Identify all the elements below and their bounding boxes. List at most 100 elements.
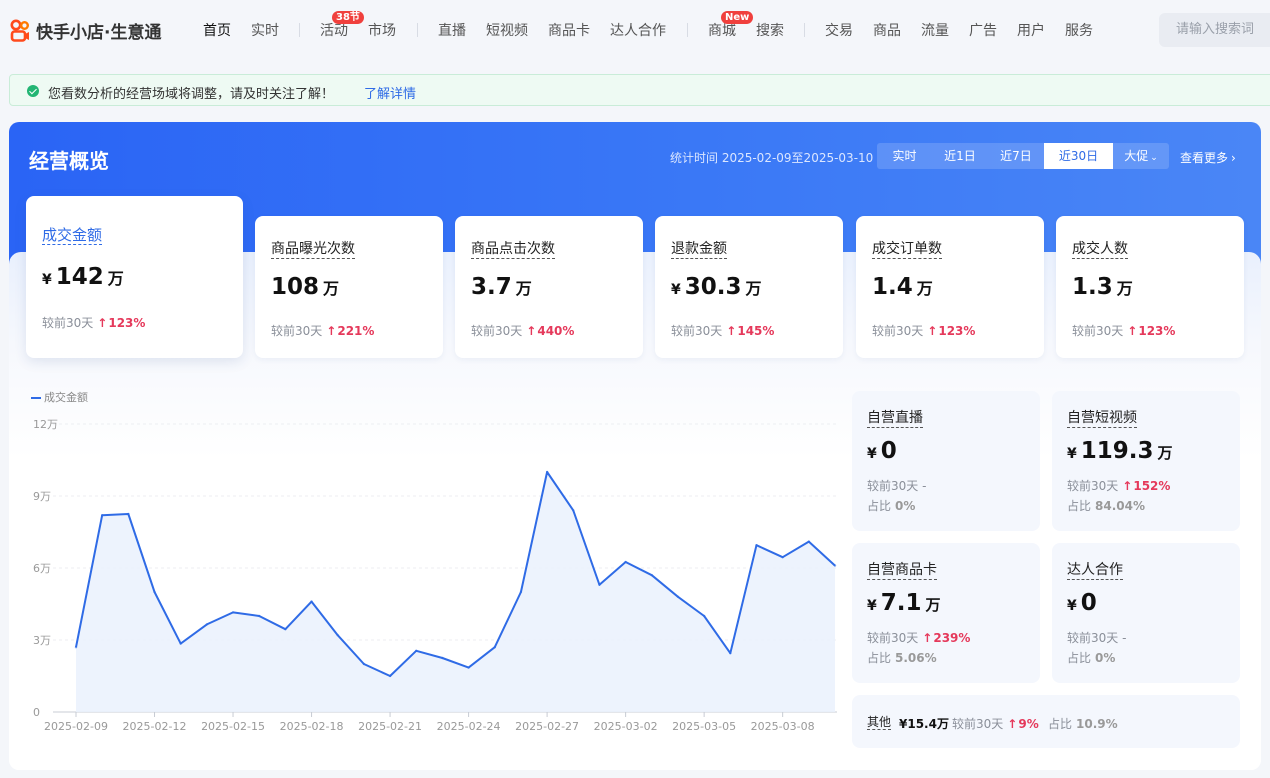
data-point — [781, 556, 784, 559]
channel-label: 自营短视频 — [1067, 410, 1137, 428]
channel-number: 0 — [880, 438, 897, 464]
change-up: ↑440% — [526, 324, 574, 338]
metric-unit: 万 — [107, 269, 124, 288]
metric-compare: 较前30天 ↑440% — [471, 322, 574, 339]
data-point — [493, 646, 496, 649]
y-tick-label: 9万 — [33, 490, 51, 503]
channel-card-other[interactable]: 其他 ¥15.4万 较前30天 ↑9% 占比 10.9% — [852, 695, 1240, 748]
metric-number: 3.7 — [471, 274, 512, 300]
nav-service[interactable]: 服务 — [1065, 20, 1093, 40]
range-30d[interactable]: 近30日 — [1044, 143, 1113, 169]
channel-card-short-video[interactable]: 自营短视频 ¥119.3 万 较前30天 ↑152% 占比 84.04% — [1052, 391, 1240, 531]
metric-unit: 万 — [515, 279, 532, 298]
metric-card-clicks[interactable]: 商品点击次数 3.7 万 较前30天 ↑440% — [455, 216, 643, 358]
metric-card-buyers[interactable]: 成交人数 1.3 万 较前30天 ↑123% — [1056, 216, 1244, 358]
range-1d[interactable]: 近1日 — [932, 143, 988, 169]
nav-product[interactable]: 商品 — [873, 20, 901, 40]
share-label: 占比 — [1067, 651, 1092, 665]
channel-share: 占比 5.06% — [867, 649, 937, 666]
x-tick-label: 2025-02-21 — [358, 720, 422, 733]
data-point — [336, 634, 339, 637]
view-more-link[interactable]: 查看更多 › — [1180, 149, 1236, 166]
arrow-up-icon: ↑ — [97, 316, 108, 330]
metric-label: 商品点击次数 — [471, 241, 555, 259]
change-value: 145% — [737, 324, 775, 338]
compare-label: 较前30天 — [867, 479, 919, 493]
channel-label: 自营商品卡 — [867, 562, 937, 580]
range-selector: 实时 近1日 近7日 近30日 大促 ⌄ — [877, 143, 1169, 169]
nav-trade[interactable]: 交易 — [825, 20, 853, 40]
currency-symbol: ¥ — [42, 272, 52, 288]
share-value: 5.06% — [895, 651, 937, 665]
nav-mall[interactable]: 商城 New — [708, 11, 754, 40]
compare-label: 较前30天 — [952, 717, 1004, 731]
nav-home[interactable]: 首页 — [203, 20, 231, 40]
arrow-up-icon: ↑ — [1122, 479, 1133, 493]
data-point — [755, 544, 758, 547]
y-tick-label: 0 — [33, 706, 40, 719]
nav-influencer[interactable]: 达人合作 — [610, 20, 666, 40]
notice-details-link[interactable]: 了解详情 — [364, 83, 416, 102]
gmv-line-chart[interactable]: 0 3万 6万 9万 12万 2025-02-09 2025-02-12 2025-02-15… — [9, 402, 849, 742]
channel-value: ¥0 — [867, 438, 897, 464]
brand-logo[interactable]: 快手小店·生意通 — [10, 18, 161, 43]
channel-card-product-card[interactable]: 自营商品卡 ¥7.1 万 较前30天 ↑239% 占比 5.06% — [852, 543, 1040, 683]
data-point — [388, 674, 392, 678]
share-label: 占比 — [1067, 499, 1092, 513]
metric-unit: 万 — [323, 279, 340, 298]
nav-divider — [804, 23, 805, 37]
top-navigation: 快手小店·生意通 首页 实时 活动 38节 市场 直播 短视频 商品卡 达人合作… — [0, 0, 1270, 62]
nav-traffic[interactable]: 流量 — [921, 20, 949, 40]
change-up: ↑123% — [1127, 324, 1175, 338]
channel-number: 119.3 — [1080, 438, 1154, 464]
nav-ads[interactable]: 广告 — [969, 20, 997, 40]
chevron-down-icon: ⌄ — [1150, 153, 1158, 163]
data-point — [702, 614, 706, 618]
range-realtime[interactable]: 实时 — [877, 143, 932, 169]
other-compare: 较前30天 ↑9% — [952, 715, 1039, 732]
channel-card-influencer[interactable]: 达人合作 ¥0 较前30天 - 占比 0% — [1052, 543, 1240, 683]
nav-realtime[interactable]: 实时 — [251, 20, 279, 40]
metric-card-exposure[interactable]: 商品曝光次数 108 万 较前30天 ↑221% — [255, 216, 443, 358]
data-point — [545, 470, 549, 474]
stat-time-range: 统计时间 2025-02-09至2025-03-10 — [670, 151, 874, 165]
data-point — [441, 656, 444, 660]
nav-activity[interactable]: 活动 38节 — [320, 11, 364, 40]
channel-unit: 万 — [925, 596, 941, 614]
compare-label: 较前30天 — [42, 316, 94, 330]
x-tick-label: 2025-03-05 — [672, 720, 736, 733]
nav-product-card[interactable]: 商品卡 — [548, 20, 590, 40]
share-label: 占比 — [867, 651, 892, 665]
share-value: 84.04% — [1095, 499, 1145, 513]
check-circle-icon — [27, 85, 39, 97]
channel-card-live[interactable]: 自营直播 ¥0 较前30天 - 占比 0% — [852, 391, 1040, 531]
compare-label: 较前30天 — [872, 324, 924, 338]
metric-card-gmv[interactable]: 成交金额 ¥142 万 较前30天 ↑123% — [26, 196, 243, 358]
nav-live[interactable]: 直播 — [438, 20, 466, 40]
share-label: 占比 — [1048, 717, 1073, 731]
change-up: ↑239% — [922, 631, 970, 645]
x-tick-label: 2025-03-02 — [594, 720, 658, 733]
metric-card-orders[interactable]: 成交订单数 1.4 万 较前30天 ↑123% — [856, 216, 1044, 358]
arrow-up-icon: ↑ — [1127, 324, 1138, 338]
notice-text: 您看数分析的经营场域将调整，请及时关注了解！ — [48, 87, 335, 102]
search-input[interactable]: 请输入搜索词 — [1159, 13, 1270, 47]
range-promo[interactable]: 大促 ⌄ — [1113, 143, 1169, 169]
other-label: 其他 — [867, 715, 892, 730]
metric-card-refund[interactable]: 退款金额 ¥30.3 万 较前30天 ↑145% — [655, 216, 843, 358]
channel-share: 占比 0% — [1067, 649, 1115, 666]
nav-market[interactable]: 市场 — [368, 20, 396, 40]
arrow-up-icon: ↑ — [726, 324, 737, 338]
currency-symbol: ¥ — [1067, 446, 1077, 462]
legend-line-swatch — [31, 397, 41, 399]
metric-number: 108 — [271, 274, 320, 300]
nav-users[interactable]: 用户 — [1017, 20, 1045, 40]
metric-value: ¥142 万 — [42, 264, 124, 290]
nav-short-video[interactable]: 短视频 — [486, 20, 528, 40]
compare-label: 较前30天 — [671, 324, 723, 338]
nav-search[interactable]: 搜索 — [756, 20, 784, 40]
range-7d[interactable]: 近7日 — [988, 143, 1044, 169]
metric-compare: 较前30天 ↑123% — [872, 322, 975, 339]
channel-value: ¥0 — [1067, 590, 1097, 616]
data-point — [100, 514, 104, 517]
